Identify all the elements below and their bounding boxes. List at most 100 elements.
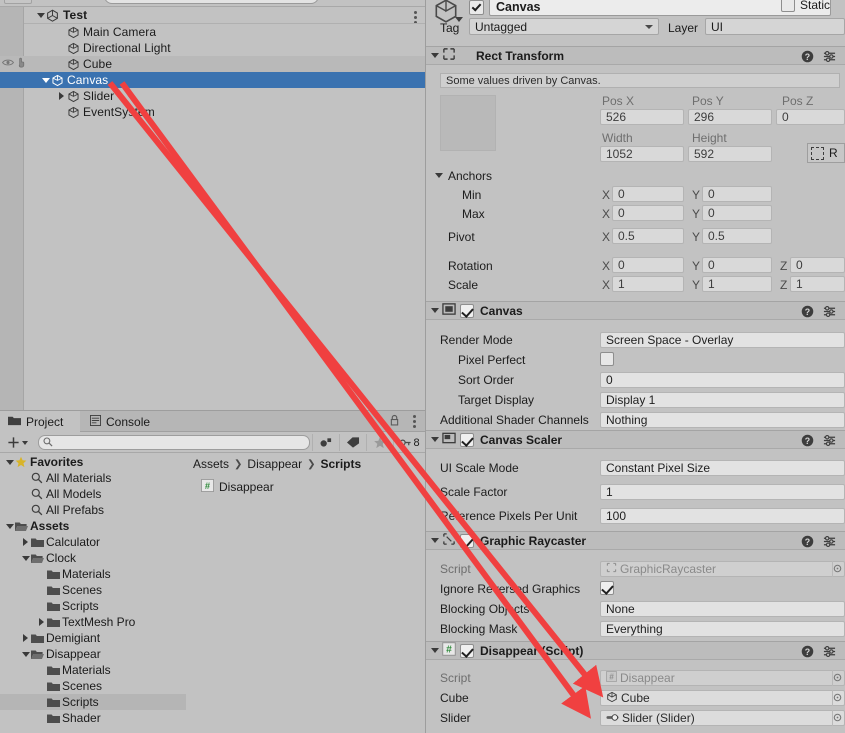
project-tree-item-materials[interactable]: Materials	[0, 566, 186, 582]
field-sort-order[interactable]: 0	[600, 372, 845, 388]
project-tree-item-favorites[interactable]: Favorites	[0, 454, 186, 470]
chevron-down-icon[interactable]	[4, 518, 15, 534]
hierarchy-row-canvas[interactable]: Canvas	[0, 72, 425, 88]
breadcrumb-item-1[interactable]: Disappear	[247, 457, 302, 471]
chevron-down-icon[interactable]	[35, 7, 46, 23]
field-cube[interactable]: Cube	[600, 690, 845, 706]
chevron-right-icon[interactable]	[36, 614, 47, 630]
project-tree-item-all-prefabs[interactable]: All Prefabs	[0, 502, 186, 518]
chevron-down-icon[interactable]	[40, 72, 51, 88]
chevron-down-icon[interactable]	[20, 550, 31, 566]
tag-dropdown[interactable]: Untagged	[469, 18, 659, 35]
tab-console[interactable]: Console	[82, 411, 166, 432]
chevron-down-icon[interactable]	[433, 167, 444, 183]
object-picker-icon[interactable]	[832, 710, 844, 726]
project-tree-item-all-models[interactable]: All Models	[0, 486, 186, 502]
chevron-down-icon[interactable]	[429, 48, 440, 64]
gameobject-name-input[interactable]: Canvas	[489, 0, 831, 16]
project-filter-type-button[interactable]	[312, 434, 338, 451]
hierarchy-create-button[interactable]	[4, 0, 32, 4]
chevron-down-icon[interactable]	[429, 432, 440, 448]
project-lock-icon[interactable]	[390, 414, 399, 429]
scale-y-input[interactable]: 1	[702, 276, 772, 292]
component-header-canvas[interactable]: Canvas ?	[426, 301, 845, 320]
project-tree-item-textmesh-pro[interactable]: TextMesh Pro	[0, 614, 186, 630]
chevron-down-icon[interactable]	[429, 643, 440, 659]
pos-z-input[interactable]: 0	[776, 109, 845, 125]
checkbox-pixel-perfect[interactable]	[600, 352, 614, 366]
field-blocking-mask[interactable]: Everything	[600, 621, 845, 637]
field-reference-pixels-per-unit[interactable]: 100	[600, 508, 845, 524]
hierarchy-row-cube[interactable]: Cube	[0, 56, 425, 72]
hierarchy-row-main-camera[interactable]: Main Camera	[0, 24, 425, 40]
project-favorite-button[interactable]	[366, 434, 392, 451]
project-tree-item-calculator[interactable]: Calculator	[0, 534, 186, 550]
rotation-x-input[interactable]: 0	[612, 257, 684, 273]
project-tree-item-scenes[interactable]: Scenes	[0, 582, 186, 598]
field-target-display[interactable]: Display 1	[600, 392, 845, 408]
static-checkbox[interactable]	[781, 0, 795, 12]
field-additional-shader-channels[interactable]: Nothing	[600, 412, 845, 428]
visibility-toggles[interactable]	[2, 56, 24, 72]
object-picker-icon[interactable]	[832, 561, 844, 577]
chevron-right-icon[interactable]	[20, 630, 31, 646]
chevron-down-icon[interactable]	[4, 454, 15, 470]
project-create-button[interactable]	[4, 435, 30, 450]
preset-icon[interactable]	[823, 50, 836, 66]
anchor-max-y-input[interactable]: 0	[702, 205, 772, 221]
field-script[interactable]: #Disappear	[600, 670, 845, 686]
rotation-z-input[interactable]: 0	[790, 257, 845, 273]
anchor-preset-button[interactable]: R	[807, 143, 845, 163]
field-script[interactable]: GraphicRaycaster	[600, 561, 845, 577]
pivot-y-input[interactable]: 0.5	[702, 228, 772, 244]
preset-icon[interactable]	[823, 645, 836, 661]
project-tree-item-disappear[interactable]: Disappear	[0, 646, 186, 662]
anchor-min-x-input[interactable]: 0	[612, 186, 684, 202]
gameobject-active-checkbox[interactable]	[469, 0, 484, 15]
hierarchy-row-slider[interactable]: Slider	[0, 88, 425, 104]
scale-x-input[interactable]: 1	[612, 276, 684, 292]
project-tree-item-shader[interactable]: Shader	[0, 710, 186, 726]
project-tree-item-materials[interactable]: Materials	[0, 662, 186, 678]
help-icon[interactable]: ?	[801, 305, 814, 321]
field-scale-factor[interactable]: 1	[600, 484, 845, 500]
project-filter-label-button[interactable]	[339, 434, 365, 451]
rotation-y-input[interactable]: 0	[702, 257, 772, 273]
object-picker-icon[interactable]	[832, 670, 844, 686]
layer-dropdown[interactable]: UI	[705, 18, 845, 35]
canvas-enabled-checkbox[interactable]	[460, 304, 474, 318]
field-render-mode[interactable]: Screen Space - Overlay	[600, 332, 845, 348]
disappear-script-enabled-checkbox[interactable]	[460, 644, 474, 658]
help-icon[interactable]: ?	[801, 535, 814, 551]
help-icon[interactable]: ?	[801, 434, 814, 450]
help-icon[interactable]: ?	[801, 50, 814, 66]
chevron-right-icon[interactable]	[20, 534, 31, 550]
tab-project[interactable]: Project	[0, 411, 80, 432]
project-tree-item-scenes[interactable]: Scenes	[0, 678, 186, 694]
project-search-input[interactable]	[38, 435, 310, 450]
component-header-rect-transform[interactable]: Rect Transform ?	[426, 46, 845, 65]
component-header-canvas-scaler[interactable]: Canvas Scaler ?	[426, 430, 845, 449]
project-hidden-packages-button[interactable]: 8	[393, 434, 425, 451]
breadcrumb-item-0[interactable]: Assets	[193, 457, 229, 471]
field-blocking-objects[interactable]: None	[600, 601, 845, 617]
hierarchy-row-directional-light[interactable]: Directional Light	[0, 40, 425, 56]
anchor-preset-preview[interactable]	[440, 95, 496, 151]
pos-y-input[interactable]: 296	[688, 109, 772, 125]
height-input[interactable]: 592	[688, 146, 772, 162]
eye-icon[interactable]	[2, 58, 14, 70]
project-tree-item-all-materials[interactable]: All Materials	[0, 470, 186, 486]
scale-z-input[interactable]: 1	[790, 276, 845, 292]
static-toggle[interactable]: Static	[781, 0, 830, 12]
object-picker-icon[interactable]	[832, 690, 844, 706]
preset-icon[interactable]	[823, 535, 836, 551]
chevron-down-icon[interactable]	[429, 533, 440, 549]
chevron-down-icon[interactable]	[429, 303, 440, 319]
project-tree-item-scripts[interactable]: Scripts	[0, 598, 186, 614]
anchor-max-x-input[interactable]: 0	[612, 205, 684, 221]
checkbox-ignore-reversed-graphics[interactable]	[600, 581, 614, 595]
field-slider[interactable]: Slider (Slider)	[600, 710, 845, 726]
project-scrollbar[interactable]	[418, 454, 425, 733]
graphic-raycaster-enabled-checkbox[interactable]	[460, 534, 474, 548]
pivot-x-input[interactable]: 0.5	[612, 228, 684, 244]
